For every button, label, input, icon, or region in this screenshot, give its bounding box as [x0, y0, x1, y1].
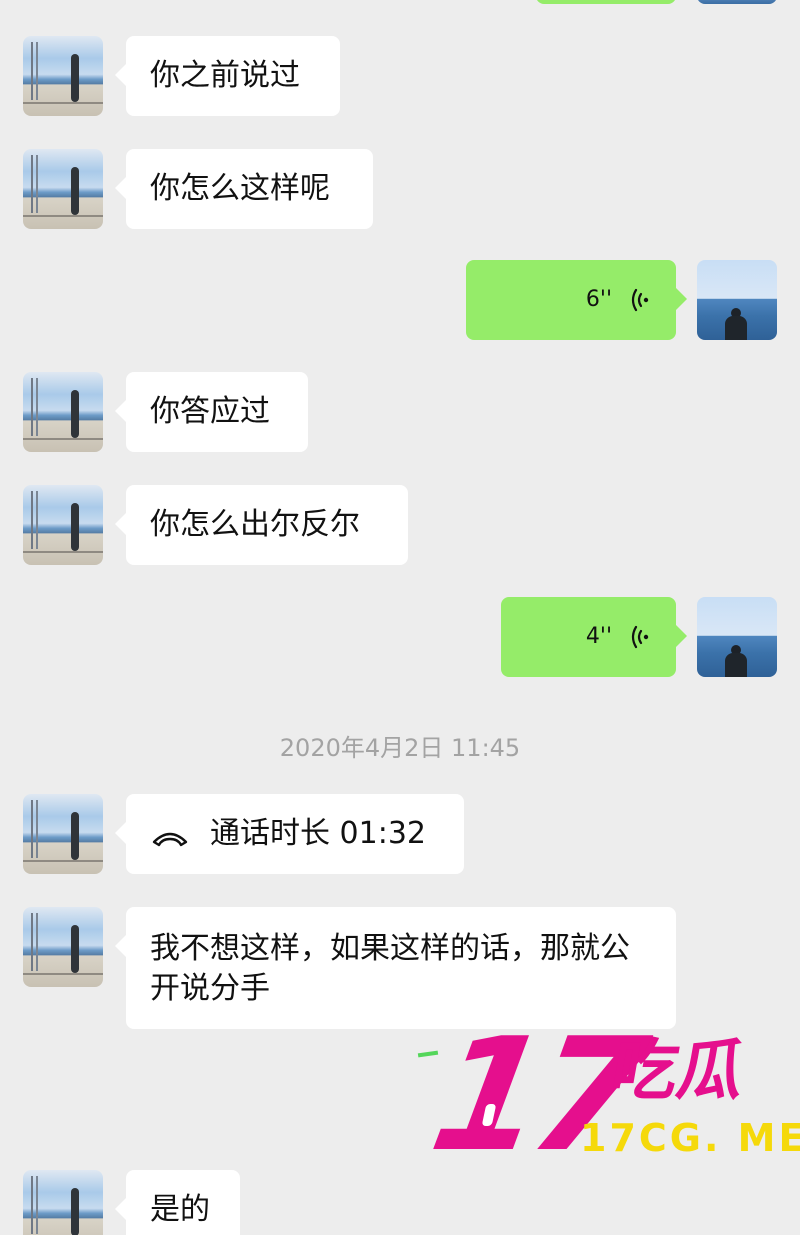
voice-duration: 6''	[585, 287, 612, 312]
message-text: 我不想这样，如果这样的话，那就公开说分手	[150, 931, 630, 1006]
phone-hangup-icon	[150, 823, 190, 847]
call-record-bubble[interactable]: 通话时长 01:32	[115, 794, 464, 874]
watermark-chinese-text: 吃瓜	[605, 1032, 751, 1109]
outgoing-voice-bubble[interactable]: 4''	[501, 597, 687, 677]
previous-user-avatar[interactable]	[697, 0, 777, 4]
contact-avatar[interactable]	[23, 794, 103, 874]
voice-wave-icon	[630, 624, 652, 650]
message-text: 你怎么出尔反尔	[150, 507, 360, 542]
contact-avatar[interactable]	[23, 1170, 103, 1235]
incoming-message-bubble[interactable]: 你之前说过	[115, 36, 340, 116]
watermark-domain: 17CG. ME	[580, 1116, 800, 1160]
outgoing-voice-bubble[interactable]: 6''	[466, 260, 687, 340]
message-text: 是的	[150, 1192, 210, 1227]
previous-outgoing-bubble[interactable]	[536, 0, 676, 4]
message-text: 你之前说过	[150, 58, 300, 93]
incoming-message-bubble[interactable]: 你怎么这样呢	[115, 149, 373, 229]
contact-avatar[interactable]	[23, 149, 103, 229]
user-avatar[interactable]	[697, 260, 777, 340]
contact-avatar[interactable]	[23, 485, 103, 565]
watermark-accent-dash	[417, 1050, 439, 1058]
incoming-message-bubble[interactable]: 是的	[115, 1170, 240, 1235]
site-watermark: 17 吃瓜 17CG. ME	[417, 1004, 800, 1186]
incoming-message-bubble[interactable]: 你答应过	[115, 372, 308, 452]
voice-wave-icon	[630, 287, 652, 313]
message-timestamp: 2020年4月2日 11:45	[279, 734, 521, 762]
chat-conversation: 你之前说过 你怎么这样呢 6'' 你答应过 你怎么出尔反尔 4'' 2020年4…	[0, 0, 800, 1235]
message-text: 你怎么这样呢	[150, 171, 330, 206]
voice-duration: 4''	[585, 624, 612, 649]
contact-avatar[interactable]	[23, 907, 103, 987]
message-text: 你答应过	[150, 394, 270, 429]
contact-avatar[interactable]	[23, 372, 103, 452]
contact-avatar[interactable]	[23, 36, 103, 116]
incoming-message-bubble[interactable]: 你怎么出尔反尔	[115, 485, 408, 565]
user-avatar[interactable]	[697, 597, 777, 677]
call-duration-text: 通话时长 01:32	[210, 816, 426, 851]
